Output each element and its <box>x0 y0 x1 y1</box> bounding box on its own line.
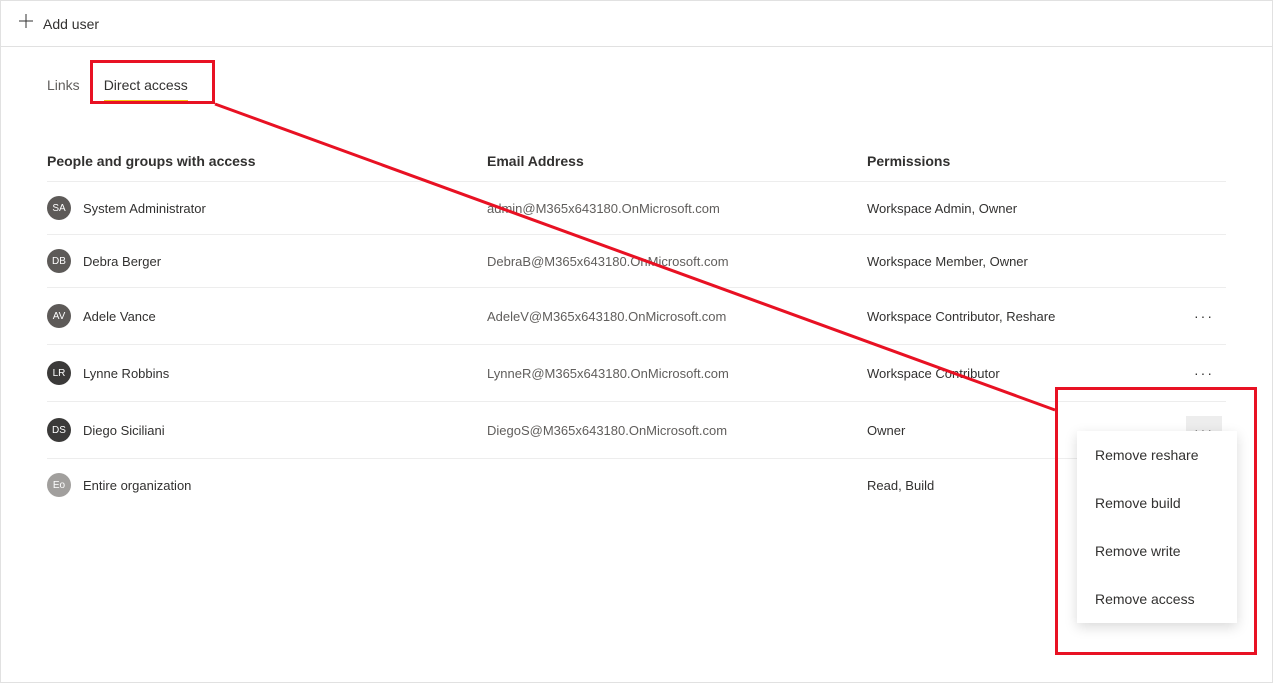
context-menu-item[interactable]: Remove write <box>1077 527 1237 575</box>
avatar: LR <box>47 361 71 385</box>
permissions-panel: Add user Links Direct access People and … <box>0 0 1273 683</box>
person-name: Entire organization <box>83 478 191 493</box>
person-cell: DS Diego Siciliani <box>47 418 487 442</box>
context-menu-item[interactable]: Remove build <box>1077 479 1237 527</box>
table-row: DS Diego Siciliani DiegoS@M365x643180.OnMi… <box>47 401 1226 458</box>
person-permissions: Workspace Contributor <box>867 366 1186 381</box>
tab-direct-access[interactable]: Direct access <box>104 69 188 101</box>
person-email: DiegoS@M365x643180.OnMicrosoft.com <box>487 423 867 438</box>
add-user-button[interactable]: Add user <box>19 14 99 33</box>
more-options-button[interactable]: ··· <box>1186 302 1222 330</box>
person-name: Lynne Robbins <box>83 366 169 381</box>
tab-links[interactable]: Links <box>47 69 80 101</box>
avatar: DB <box>47 249 71 273</box>
avatar: SA <box>47 196 71 220</box>
table-header: People and groups with access Email Addr… <box>47 141 1226 181</box>
person-name: System Administrator <box>83 201 206 216</box>
person-permissions: Workspace Admin, Owner <box>867 201 1186 216</box>
add-user-label: Add user <box>43 16 99 32</box>
table-row: LR Lynne Robbins LynneR@M365x643180.OnMicr… <box>47 344 1226 401</box>
table-row: DB Debra Berger DebraB@M365x643180.OnMicro… <box>47 234 1226 287</box>
topbar: Add user <box>1 1 1272 47</box>
person-name: Diego Siciliani <box>83 423 165 438</box>
avatar: DS <box>47 418 71 442</box>
col-permissions: Permissions <box>867 153 1186 169</box>
person-cell: Eo Entire organization <box>47 473 487 497</box>
person-email: DebraB@M365x643180.OnMicrosoft.com <box>487 254 867 269</box>
context-menu-item[interactable]: Remove reshare <box>1077 431 1237 479</box>
person-permissions: Workspace Member, Owner <box>867 254 1186 269</box>
person-cell: LR Lynne Robbins <box>47 361 487 385</box>
tabs: Links Direct access <box>1 69 1272 101</box>
avatar: AV <box>47 304 71 328</box>
context-menu-item[interactable]: Remove access <box>1077 575 1237 623</box>
context-menu: Remove reshareRemove buildRemove writeRe… <box>1077 431 1237 623</box>
person-name: Debra Berger <box>83 254 161 269</box>
table-row: AV Adele Vance AdeleV@M365x643180.OnMicros… <box>47 287 1226 344</box>
person-cell: SA System Administrator <box>47 196 487 220</box>
more-options-button[interactable]: ··· <box>1186 359 1222 387</box>
person-cell: DB Debra Berger <box>47 249 487 273</box>
col-people: People and groups with access <box>47 153 487 169</box>
person-email: admin@M365x643180.OnMicrosoft.com <box>487 201 867 216</box>
person-email: LynneR@M365x643180.OnMicrosoft.com <box>487 366 867 381</box>
person-permissions: Workspace Contributor, Reshare <box>867 309 1186 324</box>
table-row: SA System Administrator admin@M365x643180.… <box>47 181 1226 234</box>
person-email: AdeleV@M365x643180.OnMicrosoft.com <box>487 309 867 324</box>
plus-icon <box>19 14 33 33</box>
person-cell: AV Adele Vance <box>47 304 487 328</box>
person-name: Adele Vance <box>83 309 156 324</box>
table-row: EoEntire organizationRead, Build <box>47 458 1226 511</box>
avatar: Eo <box>47 473 71 497</box>
col-email: Email Address <box>487 153 867 169</box>
